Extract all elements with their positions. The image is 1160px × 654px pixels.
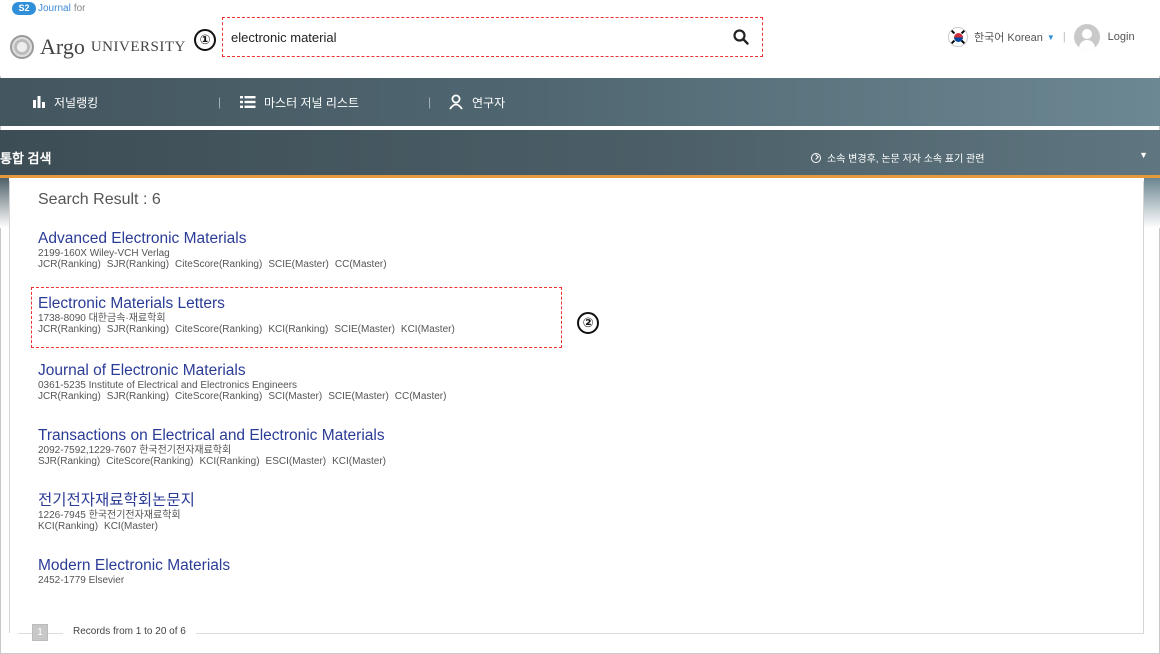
header-right: 한국어 Korean ▼ | Login	[948, 24, 1135, 50]
result-link[interactable]: JCR(Ranking)	[38, 324, 101, 335]
result-meta: 1226-7945 한국전기전자재료학회	[38, 510, 181, 521]
pager: 1 Records from 1 to 20 of 6	[18, 623, 1144, 643]
nav-separator: |	[428, 95, 432, 109]
result-link[interactable]: SCI(Master)	[268, 391, 322, 402]
list-icon	[240, 96, 256, 108]
result-link[interactable]: CC(Master)	[395, 391, 447, 402]
result-link[interactable]: KCI(Ranking)	[38, 521, 98, 532]
result-link[interactable]: JCR(Ranking)	[38, 259, 101, 270]
search-icon[interactable]	[732, 28, 750, 46]
first-page-icon[interactable]: 1	[32, 624, 48, 641]
result-link[interactable]: SJR(Ranking)	[107, 391, 169, 402]
result-link[interactable]: SCIE(Master)	[334, 324, 395, 335]
result-link[interactable]: KCI(Ranking)	[268, 324, 328, 335]
result-meta: 1738-8090 대한금속·재료학회	[38, 313, 166, 324]
header-separator: |	[1062, 31, 1066, 43]
result-item: Advanced Electronic Materials 2199-160X …	[38, 230, 393, 270]
result-link[interactable]: KCI(Ranking)	[200, 456, 260, 467]
result-link[interactable]: JCR(Ranking)	[38, 391, 101, 402]
nav-master-journal-list-label: 마스터 저널 리스트	[264, 95, 359, 110]
result-link[interactable]: SCIE(Master)	[268, 259, 329, 270]
nav-separator: |	[218, 95, 222, 109]
result-title[interactable]: Journal of Electronic Materials	[38, 362, 452, 380]
nav-journal-ranking-label: 저널랭킹	[54, 95, 99, 110]
result-link[interactable]: SJR(Ranking)	[107, 324, 169, 335]
result-title[interactable]: 전기전자재료학회논문지	[38, 492, 195, 510]
result-link[interactable]: SJR(Ranking)	[107, 259, 169, 270]
logo-main[interactable]: Argo UNIVERSITY	[10, 34, 186, 60]
panel-shadow-left	[0, 178, 9, 228]
result-count: Search Result : 6	[38, 191, 161, 208]
logo-university: UNIVERSITY	[90, 38, 186, 55]
result-links: JCR(Ranking) SJR(Ranking) CiteScore(Rankin…	[38, 259, 393, 270]
result-link[interactable]: SCIE(Master)	[328, 391, 389, 402]
s2-logo-icon: S2	[12, 1, 36, 15]
result-link[interactable]: CiteScore(Ranking)	[175, 391, 262, 402]
result-title[interactable]: Modern Electronic Materials	[38, 557, 230, 575]
section-notice[interactable]: 소속 변경후, 논문 저자 소속 표기 관련	[811, 150, 984, 165]
result-item: Journal of Electronic Materials 0361-523…	[38, 362, 452, 402]
result-item: Electronic Materials Letters 1738-8090 대…	[38, 295, 461, 335]
bar-chart-icon	[33, 96, 45, 108]
annotation-marker-2: ②	[577, 312, 599, 334]
search-input[interactable]	[231, 25, 711, 49]
result-meta: 2092-7592,1229-7607 한국전기전자재료학회	[38, 445, 232, 456]
result-title[interactable]: Transactions on Electrical and Electroni…	[38, 427, 392, 445]
result-link[interactable]: CiteScore(Ranking)	[175, 324, 262, 335]
logo-journal-label: Journal	[38, 2, 71, 14]
panel-shadow-right	[1144, 178, 1160, 228]
check-circle-icon	[811, 152, 821, 163]
login-link[interactable]: Login	[1108, 31, 1135, 43]
result-item: Transactions on Electrical and Electroni…	[38, 427, 392, 467]
result-item: Modern Electronic Materials 2452-1779 El…	[38, 557, 230, 586]
section-bar: 통합 검색 소속 변경후, 논문 저자 소속 표기 관련 ▼	[0, 130, 1160, 178]
result-link[interactable]: KCI(Master)	[401, 324, 455, 335]
logo-top[interactable]: S2 Journal for	[12, 1, 85, 15]
person-icon	[449, 94, 463, 110]
korea-flag-icon	[948, 27, 968, 47]
result-link[interactable]: CC(Master)	[335, 259, 387, 270]
chevron-down-icon[interactable]: ▼	[1139, 150, 1148, 160]
result-meta: 0361-5235 Institute of Electrical and El…	[38, 380, 298, 391]
result-link[interactable]: SJR(Ranking)	[38, 456, 100, 467]
result-item: 전기전자재료학회논문지 1226-7945 한국전기전자재료학회 KCI(Ran…	[38, 492, 195, 532]
search-box	[222, 17, 763, 57]
annotation-marker-1: ①	[194, 29, 216, 51]
section-notice-label: 소속 변경후, 논문 저자 소속 표기 관련	[827, 154, 985, 165]
result-link[interactable]: KCI(Master)	[332, 456, 386, 467]
header: S2 Journal for Argo UNIVERSITY ① 한국어 Kor…	[0, 0, 1160, 76]
result-links: KCI(Ranking) KCI(Master)	[38, 521, 195, 532]
result-link[interactable]: CiteScore(Ranking)	[106, 456, 193, 467]
result-title[interactable]: Advanced Electronic Materials	[38, 230, 393, 248]
nav-researcher[interactable]: 연구자	[448, 94, 505, 111]
result-link[interactable]: KCI(Master)	[104, 521, 158, 532]
result-meta: 2452-1779 Elsevier	[38, 575, 125, 586]
university-seal-icon	[10, 35, 34, 59]
pager-records-text: Records from 1 to 20 of 6	[63, 626, 196, 637]
result-links: JCR(Ranking) SJR(Ranking) CiteScore(Rankin…	[38, 391, 452, 402]
result-title[interactable]: Electronic Materials Letters	[38, 295, 461, 313]
result-meta: 2199-160X Wiley-VCH Verlag	[38, 248, 170, 259]
nav-researcher-label: 연구자	[472, 95, 506, 110]
nav-master-journal-list[interactable]: 마스터 저널 리스트	[240, 94, 359, 111]
caret-down-icon[interactable]: ▼	[1047, 33, 1055, 42]
result-link[interactable]: CiteScore(Ranking)	[175, 259, 262, 270]
main-nav: 저널랭킹 | 마스터 저널 리스트 | 연구자	[0, 78, 1160, 126]
result-links: SJR(Ranking) CiteScore(Ranking) KCI(Rankin…	[38, 456, 392, 467]
language-selector[interactable]: 한국어 Korean	[974, 29, 1043, 45]
user-avatar-icon[interactable]	[1073, 24, 1100, 50]
nav-journal-ranking[interactable]: 저널랭킹	[32, 94, 98, 111]
logo-for-label: for	[73, 2, 86, 14]
logo-name: Argo	[40, 34, 85, 59]
result-link[interactable]: ESCI(Master)	[266, 456, 327, 467]
section-title: 통합 검색	[0, 151, 52, 166]
result-links: JCR(Ranking) SJR(Ranking) CiteScore(Rankin…	[38, 324, 461, 335]
